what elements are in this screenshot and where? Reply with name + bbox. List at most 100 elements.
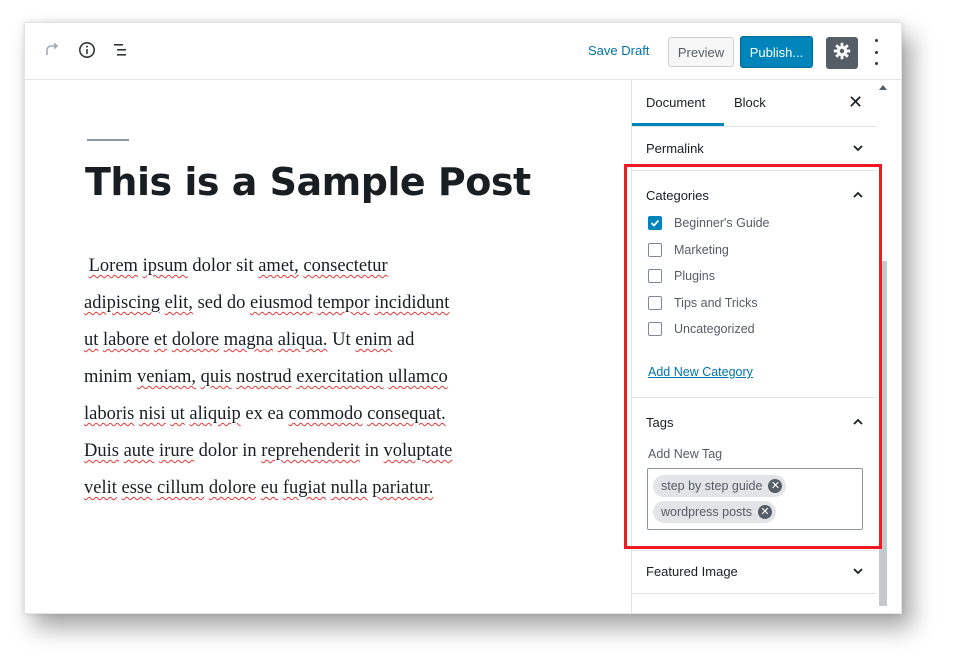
- settings-button[interactable]: [826, 37, 858, 69]
- permalink-title: Permalink: [646, 141, 704, 156]
- sidebar-tabs: Document Block ✕: [632, 80, 878, 127]
- body-word: consectetur: [303, 256, 388, 276]
- tab-block[interactable]: Block: [734, 95, 766, 110]
- publish-button[interactable]: Publish...: [740, 36, 813, 68]
- settings-sidebar: Document Block ✕ Permalink Categories Be…: [631, 80, 901, 613]
- body-word: laboris: [84, 404, 135, 424]
- category-item[interactable]: Beginner's Guide: [648, 214, 770, 232]
- info-icon[interactable]: [76, 39, 98, 61]
- category-label: Tips and Tricks: [674, 295, 758, 310]
- body-word: eiusmod: [249, 293, 313, 313]
- post-paragraph[interactable]: Lorem ipsum dolor sit amet, consectetur a…: [84, 248, 514, 507]
- body-word: dolore: [208, 478, 257, 498]
- remove-tag-icon[interactable]: ✕: [768, 479, 783, 493]
- checkbox[interactable]: [648, 295, 662, 310]
- body-word: fugiat: [282, 478, 327, 498]
- remove-tag-icon[interactable]: ✕: [758, 505, 773, 519]
- checkbox[interactable]: [648, 242, 662, 257]
- close-icon[interactable]: ✕: [848, 92, 863, 113]
- body-word: reprehenderit: [261, 441, 360, 461]
- more-options-button[interactable]: [871, 39, 881, 65]
- editor-window: Save Draft Preview Publish... This is a …: [24, 22, 902, 614]
- category-item[interactable]: Uncategorized: [648, 320, 755, 338]
- body-word: in: [242, 441, 257, 461]
- body-word: Duis: [84, 441, 119, 461]
- category-item[interactable]: Marketing: [648, 241, 729, 259]
- block-navigation-icon[interactable]: [110, 39, 132, 61]
- categories-title[interactable]: Categories: [646, 188, 709, 203]
- chevron-down-icon: [853, 568, 863, 575]
- tags-input[interactable]: step by step guide ✕ wordpress posts ✕: [647, 468, 863, 530]
- body-word: ut: [170, 404, 185, 424]
- checkbox[interactable]: [648, 269, 662, 283]
- body-word: aliqua.: [277, 330, 328, 350]
- body-word: dolore: [171, 330, 220, 350]
- body-word: aliquip: [189, 404, 241, 424]
- featured-image-panel[interactable]: Featured Image: [632, 551, 878, 594]
- category-item[interactable]: Plugins: [648, 267, 715, 285]
- preview-button[interactable]: Preview: [668, 37, 734, 67]
- body-word: ut: [84, 330, 99, 350]
- body-word: in: [364, 441, 379, 461]
- body-word: labore: [103, 330, 150, 350]
- scrollbar-thumb[interactable]: [879, 261, 887, 606]
- gear-icon: [833, 42, 851, 65]
- body-word: veniam,: [136, 367, 197, 387]
- category-item[interactable]: Tips and Tricks: [648, 294, 758, 312]
- permalink-panel[interactable]: Permalink: [632, 127, 878, 171]
- body-word: ea: [267, 404, 284, 424]
- editor-canvas[interactable]: This is a Sample Post Lorem ipsum dolor …: [25, 80, 631, 613]
- body-word: dolor: [198, 441, 238, 461]
- body-word: enim: [355, 330, 393, 350]
- chevron-up-icon[interactable]: [852, 416, 864, 428]
- tag-label: step by step guide: [661, 479, 763, 493]
- category-label: Uncategorized: [674, 322, 755, 336]
- body-word: sed: [197, 293, 223, 313]
- checkbox[interactable]: [648, 322, 662, 336]
- body-word: adipiscing: [84, 293, 161, 313]
- save-draft-button[interactable]: Save Draft: [588, 43, 649, 58]
- body-word: tempor: [317, 293, 370, 313]
- body-word: elit,: [164, 293, 193, 313]
- body-word: esse: [121, 478, 153, 498]
- body-word: commodo: [288, 404, 363, 424]
- scroll-up-arrow-icon[interactable]: [879, 85, 887, 90]
- body-word: voluptate: [383, 441, 453, 461]
- category-label: Marketing: [674, 242, 729, 257]
- body-word: consequat.: [367, 404, 446, 424]
- body-word: nostrud: [236, 367, 292, 387]
- post-title[interactable]: This is a Sample Post: [85, 160, 531, 204]
- body-word: sit: [236, 256, 254, 276]
- tab-document[interactable]: Document: [646, 95, 705, 110]
- title-separator: [87, 139, 129, 141]
- body-word: ad: [396, 330, 415, 350]
- body-word: nulla: [330, 478, 368, 498]
- body-word: ipsum: [142, 256, 188, 276]
- body-word: pariatur.: [372, 478, 434, 498]
- checkbox-checked-icon[interactable]: [648, 216, 662, 230]
- tag-chip: wordpress posts ✕: [653, 501, 777, 523]
- body-word: eu: [260, 478, 279, 498]
- chevron-down-icon: [853, 145, 863, 152]
- category-label: Plugins: [674, 269, 715, 283]
- tag-label: wordpress posts: [661, 505, 753, 519]
- category-label: Beginner's Guide: [674, 216, 770, 230]
- body-word: cillum: [156, 478, 205, 498]
- tag-chip: step by step guide ✕: [653, 475, 787, 497]
- body-word: Lorem: [88, 256, 138, 276]
- add-new-tag-label: Add New Tag: [648, 447, 723, 461]
- tags-title[interactable]: Tags: [646, 415, 673, 430]
- chevron-up-icon[interactable]: [852, 189, 864, 201]
- top-toolbar: Save Draft Preview Publish...: [25, 23, 901, 80]
- body-word: dolor: [192, 256, 232, 276]
- redo-icon[interactable]: [41, 39, 63, 61]
- add-new-category-link[interactable]: Add New Category: [648, 365, 753, 379]
- featured-image-title: Featured Image: [646, 564, 738, 579]
- body-word: magna: [223, 330, 274, 350]
- body-word: minim: [84, 367, 133, 387]
- body-word: exercitation: [296, 367, 384, 387]
- body-word: irure: [159, 441, 194, 461]
- body-word: aute: [123, 441, 155, 461]
- body-word: et: [153, 330, 168, 350]
- body-word: ullamco: [388, 367, 448, 387]
